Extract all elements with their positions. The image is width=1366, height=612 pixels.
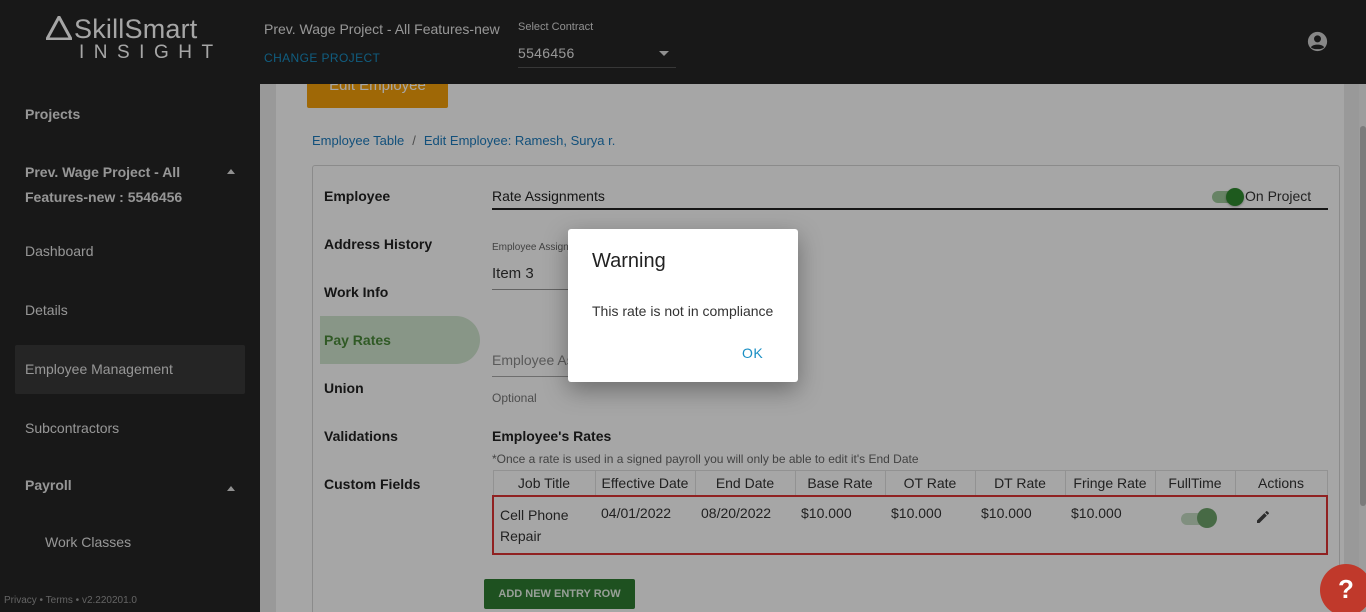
dialog-message: This rate is not in compliance <box>592 303 774 319</box>
ok-button[interactable]: OK <box>742 345 763 361</box>
help-button[interactable]: ? <box>1320 564 1366 612</box>
warning-dialog: Warning This rate is not in compliance O… <box>568 229 798 382</box>
dialog-title: Warning <box>592 250 666 272</box>
